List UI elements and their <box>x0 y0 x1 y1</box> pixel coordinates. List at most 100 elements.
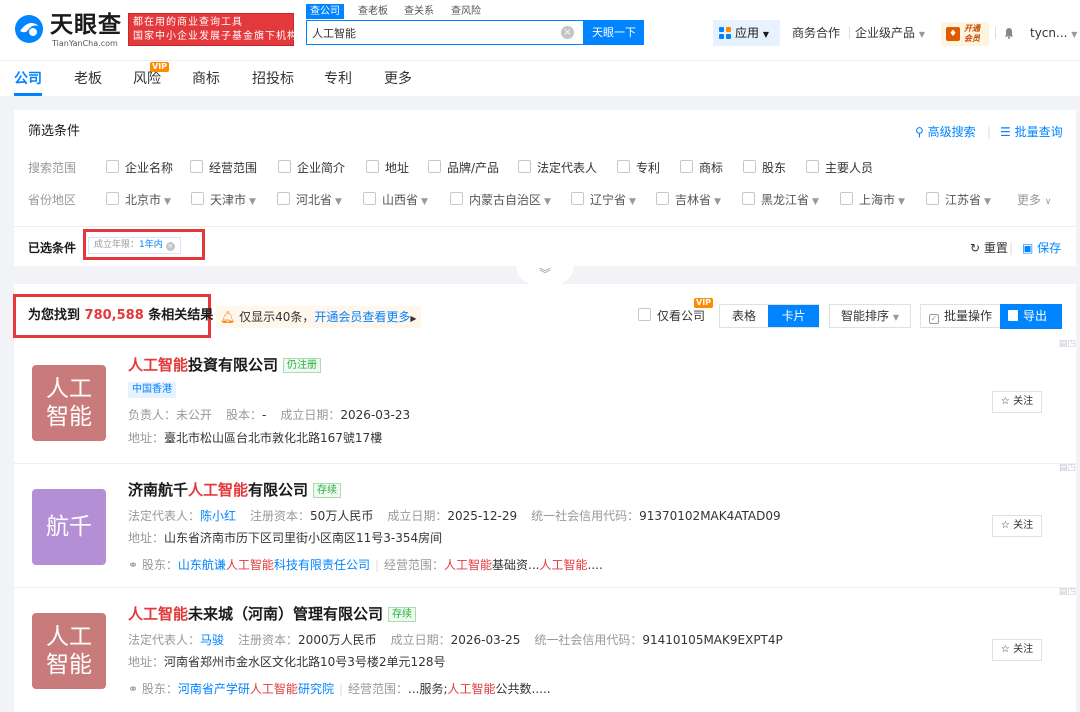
logo-subtext: TianYanCha.com <box>52 39 118 48</box>
chip-remove-icon[interactable]: × <box>165 242 175 251</box>
search-button[interactable]: 天眼一下 <box>584 20 644 45</box>
scope-checkbox-brand-product[interactable]: 品牌/产品 <box>428 160 499 176</box>
scope-checkbox-trademark[interactable]: 商标 <box>680 160 723 176</box>
meta-label: 统一社会信用代码： <box>534 633 643 647</box>
enterprise-products-link[interactable]: 企业级产品 ▼ <box>855 25 925 43</box>
user-menu[interactable]: tycn... ▼ <box>1030 25 1077 43</box>
search-input[interactable] <box>312 25 552 41</box>
region-option-shanxi[interactable]: 山西省 ▼ <box>363 192 428 210</box>
region-option-label: 天津市 <box>210 193 247 207</box>
batch-query-link[interactable]: ☰ 批量查询 <box>1000 124 1063 140</box>
legal-representative-link[interactable]: 陈小红 <box>200 509 236 523</box>
clear-icon[interactable]: × <box>561 26 574 39</box>
selected-condition-chip[interactable]: 成立年限：1年内 × <box>88 237 181 254</box>
collapse-filter-button[interactable]: ︾ <box>516 265 574 285</box>
region-option-jilin[interactable]: 吉林省 ▼ <box>656 192 721 210</box>
apps-grid-icon <box>719 27 731 39</box>
scope-checkbox-key-personnel[interactable]: 主要人员 <box>806 160 873 176</box>
open-member-link[interactable]: 开通会员查看更多 <box>314 310 410 324</box>
search-tab-company[interactable]: 查公司 <box>306 4 344 19</box>
link-icon: ⚭ <box>128 682 139 696</box>
region-option-beijing[interactable]: 北京市 ▼ <box>106 192 171 210</box>
tab-bidding[interactable]: 招投标 <box>252 69 294 89</box>
bell-icon[interactable] <box>1003 27 1015 39</box>
shareholder-link[interactable]: 山东航谦人工智能科技有限责任公司 <box>178 558 370 572</box>
chevron-down-icon: ▼ <box>812 197 819 207</box>
region-option-label: 辽宁省 <box>590 193 627 207</box>
meta-label: 地址： <box>128 531 165 545</box>
link-icon: ⚭ <box>128 558 139 572</box>
tab-trademark[interactable]: 商标 <box>192 69 220 89</box>
scope-checkbox-shareholder[interactable]: 股东 <box>743 160 786 176</box>
logo[interactable]: 天眼查 TianYanCha.com <box>14 12 122 48</box>
follow-button[interactable]: ☆ 关注 <box>992 391 1042 413</box>
qr-corner-icon[interactable]: ▤◳ <box>1059 340 1076 356</box>
chevron-down-icon: ▼ <box>164 197 171 207</box>
scope-checkbox-business-scope[interactable]: 经营范围 <box>190 160 257 176</box>
established-date: 2025-12-29 <box>447 509 518 523</box>
company-card[interactable]: 航千 济南航千人工智能有限公司 存续 法定代表人：陈小红 注册资本：50万人民币 成立… <box>14 464 1076 588</box>
tab-patent[interactable]: 专利 <box>324 69 352 89</box>
more-regions-button[interactable]: 更多 ∨ <box>1017 192 1051 210</box>
company-name[interactable]: 人工智能投資有限公司 仍注册 <box>128 356 322 374</box>
scope-checkbox-legal-rep[interactable]: 法定代表人 <box>518 160 597 176</box>
region-option-liaoning[interactable]: 辽宁省 ▼ <box>571 192 636 210</box>
shareholder-link[interactable]: 河南省产学研人工智能研究院 <box>178 682 334 696</box>
advanced-search-link[interactable]: ⚲ 高级搜索 <box>915 124 976 140</box>
scope-text: ...服务; <box>408 682 448 696</box>
company-card[interactable]: 人工 智能 人工智能未来城（河南）管理有限公司 存续 法定代表人：马骏 注册资本：20… <box>14 588 1076 712</box>
company-name[interactable]: 济南航千人工智能有限公司 存续 <box>128 481 342 499</box>
tab-company[interactable]: 公司 <box>14 69 42 89</box>
region-option-jiangsu[interactable]: 江苏省 ▼ <box>926 192 991 210</box>
meta-label: 股东： <box>141 558 178 572</box>
company-card[interactable]: 人工 智能 人工智能投資有限公司 仍注册 中国香港 负责人：未公开 股本：- 成立日期：… <box>14 340 1076 464</box>
capital: 50万人民币 <box>310 509 374 523</box>
qr-corner-icon[interactable]: ▤◳ <box>1059 588 1076 604</box>
search-tab-risk[interactable]: 查风险 <box>451 4 481 19</box>
meta-label: 负责人： <box>128 408 177 422</box>
batch-operation-button[interactable]: ✓ 批量操作 <box>920 304 1004 328</box>
export-label: 导出 <box>1023 309 1048 323</box>
result-count-suffix: 条相关结果 <box>148 308 214 323</box>
tab-risk[interactable]: 风险 <box>133 69 161 89</box>
apps-menu-button[interactable]: 应用 ▼ <box>713 20 780 46</box>
tab-boss[interactable]: 老板 <box>74 69 102 89</box>
scope-checkbox-address[interactable]: 地址 <box>366 160 409 176</box>
view-card-button[interactable]: 卡片 <box>768 305 819 327</box>
open-vip-button[interactable]: ♦ 开通 会员 <box>941 22 989 46</box>
search-tab-relation[interactable]: 查关系 <box>404 4 434 19</box>
search-tab-boss[interactable]: 查老板 <box>358 4 388 19</box>
legal-representative-link[interactable]: 马骏 <box>200 633 224 647</box>
tab-more[interactable]: 更多 <box>384 69 412 89</box>
scope-checkbox-company-name[interactable]: 企业名称 <box>106 160 173 176</box>
region-option-shanghai[interactable]: 上海市 ▼ <box>840 192 905 210</box>
region-option-heilongjiang[interactable]: 黑龙江省 ▼ <box>742 192 819 210</box>
scope-checkbox-company-intro[interactable]: 企业简介 <box>278 160 345 176</box>
sort-dropdown[interactable]: 智能排序 ▼ <box>829 304 911 328</box>
advanced-search-icon: ⚲ <box>915 125 924 139</box>
view-table-button[interactable]: 表格 <box>720 305 768 327</box>
scope-checkbox-patent[interactable]: 专利 <box>617 160 660 176</box>
only-company-checkbox[interactable]: 仅看公司 <box>638 308 705 324</box>
business-cooperation-link[interactable]: 商务合作 <box>792 25 840 41</box>
follow-button[interactable]: ☆ 关注 <box>992 515 1042 537</box>
follow-label: 关注 <box>1013 396 1034 407</box>
scope-highlight: 人工智能 <box>444 558 493 572</box>
qr-corner-icon[interactable]: ▤◳ <box>1059 464 1076 480</box>
region-option-hebei[interactable]: 河北省 ▼ <box>277 192 342 210</box>
meta-label: 注册资本： <box>250 509 311 523</box>
follow-button[interactable]: ☆ 关注 <box>992 639 1042 661</box>
region-option-tianjin[interactable]: 天津市 ▼ <box>191 192 256 210</box>
export-button[interactable]: 导出 <box>1000 304 1062 329</box>
checkbox-icon: ✓ <box>929 314 939 324</box>
company-name-highlight: 人工智能 <box>188 481 249 499</box>
company-logo-text: 航千 <box>46 514 92 540</box>
save-button[interactable]: ▣ 保存 <box>1022 240 1061 256</box>
reset-button[interactable]: ↻ 重置 <box>970 240 1008 256</box>
chevron-down-icon: ▼ <box>544 197 551 207</box>
vip-badge: VIP <box>150 62 170 72</box>
company-name[interactable]: 人工智能未来城（河南）管理有限公司 存续 <box>128 605 417 623</box>
region-option-inner-mongolia[interactable]: 内蒙古自治区 ▼ <box>450 192 551 210</box>
bell-icon: 🔔︎ <box>220 310 236 324</box>
divider: | <box>1009 241 1014 255</box>
